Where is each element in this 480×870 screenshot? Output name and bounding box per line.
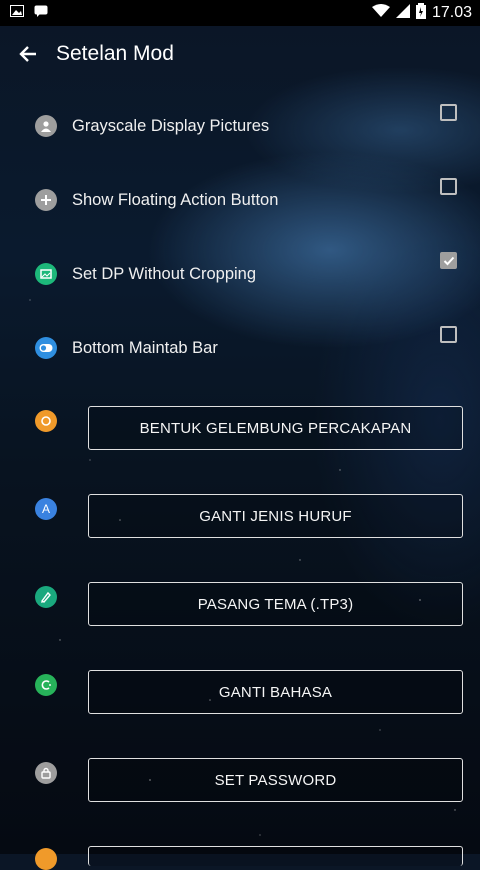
app-bar: Setelan Mod [0, 26, 480, 82]
language-icon [35, 674, 57, 696]
change-font-button[interactable]: GANTI JENIS HURUF [88, 494, 463, 538]
status-bar: 17.03 [0, 0, 480, 26]
font-icon: A [35, 498, 57, 520]
setting-label: Bottom Maintab Bar [72, 338, 218, 357]
floating-button-checkbox[interactable] [440, 178, 457, 195]
battery-icon [415, 2, 426, 24]
grayscale-checkbox[interactable] [440, 104, 457, 121]
gallery-notification-icon [10, 4, 24, 22]
plus-icon [35, 189, 57, 211]
image-icon [35, 263, 57, 285]
install-theme-button[interactable]: PASANG TEMA (.TP3) [88, 582, 463, 626]
toggle-icon [35, 337, 57, 359]
partial-next-button[interactable] [88, 846, 463, 866]
set-password-button[interactable]: SET PASSWORD [88, 758, 463, 802]
bottom-maintab-checkbox[interactable] [440, 326, 457, 343]
setting-row-bottom-maintab[interactable]: Bottom Maintab Bar [0, 311, 480, 385]
messenger-notification-icon [34, 4, 48, 22]
wifi-icon [371, 3, 390, 23]
theme-icon [35, 586, 57, 608]
chat-bubble-style-button[interactable]: BENTUK GELEMBUNG PERCAKAPAN [88, 406, 463, 450]
person-icon [35, 115, 57, 137]
setting-label: Set DP Without Cropping [72, 264, 257, 283]
partial-row-icon [35, 848, 57, 870]
signal-icon [395, 3, 410, 23]
clock: 17.03 [431, 4, 472, 21]
dp-cropping-checkbox[interactable] [440, 252, 457, 269]
setting-label: Show Floating Action Button [72, 190, 279, 209]
back-arrow-icon[interactable] [0, 26, 56, 82]
lock-icon [35, 762, 57, 784]
checkmark-icon [443, 256, 454, 265]
setting-row-dp-cropping[interactable]: Set DP Without Cropping [0, 237, 480, 311]
page-title: Setelan Mod [56, 42, 174, 65]
setting-row-grayscale[interactable]: Grayscale Display Pictures [0, 89, 480, 163]
setting-label: Grayscale Display Pictures [72, 116, 270, 135]
change-language-button[interactable]: GANTI BAHASA [88, 670, 463, 714]
setting-row-floating-button[interactable]: Show Floating Action Button [0, 163, 480, 237]
bubble-icon [35, 410, 57, 432]
